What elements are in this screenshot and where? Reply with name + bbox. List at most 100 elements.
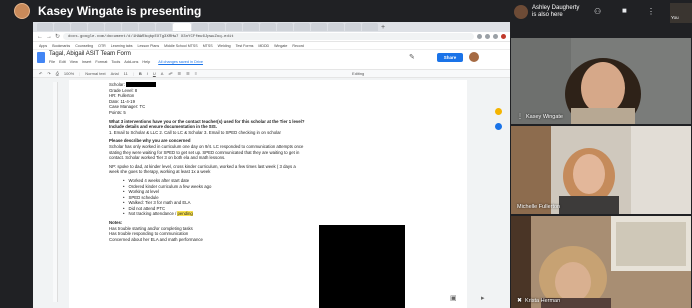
more-options-icon[interactable]: ⋮ [647, 7, 655, 16]
browser-tab[interactable] [345, 23, 361, 31]
menu-insert[interactable]: Insert [82, 60, 92, 64]
browser-tab[interactable] [226, 23, 242, 31]
toolbar-divider: | [79, 71, 81, 76]
bookmark[interactable]: Apps [39, 44, 47, 48]
doc-bullet-list: Worked 4 weeks after start date Ordered … [109, 178, 449, 217]
italic-button[interactable]: I [147, 71, 148, 76]
browser-tab[interactable] [311, 23, 327, 31]
bookmark[interactable]: Middle School MTSS [164, 44, 198, 48]
bookmark[interactable]: MTSS [203, 44, 213, 48]
bookmark[interactable]: Lesson Plans [138, 44, 160, 48]
doc-page[interactable]: Scholar: Grade Level: 8 HR: Fullerton Da… [69, 80, 467, 308]
browser-tab[interactable] [277, 23, 293, 31]
extension-icon[interactable] [493, 34, 498, 39]
browser-tab[interactable] [209, 23, 225, 31]
comment-icon[interactable]: ✎ [409, 53, 415, 61]
align-left-icon[interactable]: ☰ [178, 71, 182, 76]
browser-tab[interactable] [156, 23, 172, 31]
browser-tab[interactable] [105, 23, 121, 31]
browser-tab[interactable] [54, 23, 70, 31]
bookmark[interactable]: Test Forms [236, 44, 254, 48]
bookmark[interactable]: Welding [218, 44, 231, 48]
explore-icon[interactable]: ▣ [450, 294, 457, 302]
print-icon[interactable]: ⎙ [56, 71, 59, 76]
people-icon[interactable]: ⚇ [594, 7, 601, 16]
extension-icon[interactable] [485, 34, 490, 39]
browser-tab-bar: + [33, 22, 510, 32]
participant-name: Michelle Fullerton [517, 204, 561, 210]
bookmark[interactable]: Learning tabs [111, 44, 133, 48]
bookmark[interactable]: Bookmarks [52, 44, 70, 48]
meet-window: Kasey Wingate is presenting + ← → ↻ docs… [0, 0, 692, 308]
self-video-tile[interactable] [670, 3, 692, 23]
bookmark[interactable]: Wingate [274, 44, 287, 48]
side-panel-icons [495, 108, 502, 130]
menu-view[interactable]: View [70, 60, 78, 64]
forward-icon[interactable]: → [46, 34, 52, 40]
also-here-label: Ashley Daugherty is also here [532, 5, 580, 18]
participant-video [511, 216, 691, 308]
browser-tab-active[interactable] [173, 23, 191, 31]
browser-tab[interactable] [71, 23, 87, 31]
menu-edit[interactable]: Edit [59, 60, 66, 64]
list-icon[interactable]: ≡ [195, 71, 197, 76]
menu-file[interactable]: File [49, 60, 55, 64]
browser-tab[interactable] [362, 23, 378, 31]
share-button[interactable]: Share [437, 53, 463, 62]
browser-tab[interactable] [243, 23, 259, 31]
panel-header: Ashley Daugherty is also here ⚇ ■ ⋮ You [510, 0, 692, 28]
text-color-button[interactable]: A [161, 71, 164, 76]
browser-tab[interactable] [294, 23, 310, 31]
participant-tile[interactable]: Michelle Fullerton [511, 126, 691, 214]
profile-icon[interactable] [501, 34, 506, 39]
bookmark[interactable]: OTR [98, 44, 106, 48]
new-tab-icon[interactable]: + [381, 24, 385, 31]
font-size-select[interactable]: 11 [124, 71, 128, 76]
browser-tab[interactable] [328, 23, 344, 31]
redo-icon[interactable]: ↷ [47, 71, 50, 76]
browser-tab[interactable] [260, 23, 276, 31]
link-icon[interactable]: ☍ [168, 71, 172, 76]
bookmark[interactable]: MDDD [258, 44, 269, 48]
back-icon[interactable]: ← [37, 34, 43, 40]
keep-icon[interactable] [495, 108, 502, 115]
menu-help[interactable]: Help [142, 60, 150, 64]
browser-tab[interactable] [37, 23, 53, 31]
video-overlay [319, 225, 405, 308]
ashley-avatar [514, 5, 528, 19]
bold-button[interactable]: B [139, 71, 142, 76]
star-icon[interactable]: ☆ [109, 51, 113, 57]
docs-menu-bar: File Edit View Insert Format Tools Add-o… [49, 60, 203, 64]
account-avatar[interactable] [469, 52, 479, 62]
participant-tile[interactable]: ⋮ Kasey Wingate [511, 38, 691, 124]
url-field[interactable]: docs.google.com/document/d/1HAWEbqbpEXTg… [63, 33, 474, 40]
browser-tab[interactable] [88, 23, 104, 31]
menu-tools[interactable]: Tools [111, 60, 120, 64]
bookmark[interactable]: Counseling [75, 44, 93, 48]
browser-tab[interactable] [122, 23, 138, 31]
style-select[interactable]: Normal text [85, 71, 105, 76]
participant-video [511, 126, 691, 214]
doc-title[interactable]: Tagal, Abigail ASIT Team Form [49, 51, 131, 57]
bookmark[interactable]: Record [292, 44, 304, 48]
zoom-select[interactable]: 100% [64, 71, 74, 76]
editing-mode-select[interactable]: Editing [352, 71, 364, 76]
chat-icon[interactable]: ■ [622, 6, 627, 15]
reload-icon[interactable]: ↻ [55, 33, 60, 40]
browser-tab[interactable] [139, 23, 155, 31]
tasks-icon[interactable] [495, 123, 502, 130]
docs-logo-icon[interactable] [37, 52, 45, 63]
underline-button[interactable]: U [153, 71, 156, 76]
last-edit-link[interactable]: All changes saved in Drive [158, 60, 203, 64]
browser-tab[interactable] [192, 23, 208, 31]
font-select[interactable]: Arial [111, 71, 119, 76]
extension-icon[interactable] [477, 34, 482, 39]
undo-icon[interactable]: ↶ [39, 71, 42, 76]
add-icon[interactable]: ▸ [481, 294, 485, 302]
vertical-ruler [53, 82, 58, 302]
menu-format[interactable]: Format [95, 60, 107, 64]
participant-name: ⋮ Kasey Wingate [517, 113, 563, 121]
menu-addons[interactable]: Add-ons [124, 60, 138, 64]
align-center-icon[interactable]: ☰ [186, 71, 190, 76]
participant-tile[interactable]: ✖ Krista Herman [511, 216, 691, 308]
